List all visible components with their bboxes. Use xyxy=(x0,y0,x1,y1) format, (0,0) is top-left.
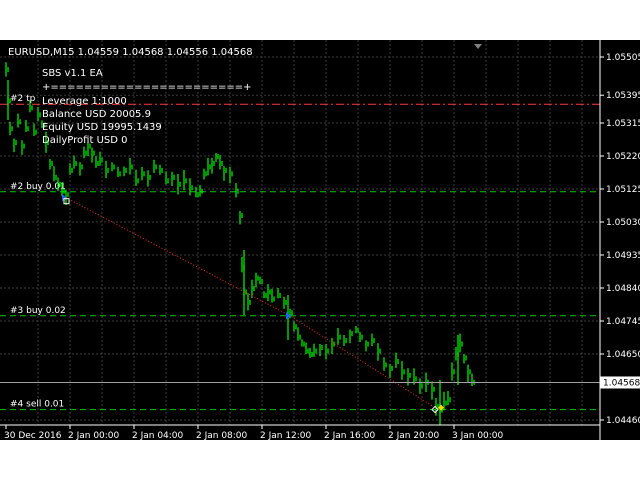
time-tick-label: 30 Dec 2016 xyxy=(4,431,62,440)
order-label: #4 sell 0.01 xyxy=(10,400,64,410)
order-label: #3 buy 0.02 xyxy=(10,306,66,316)
price-tick-label: 1.04935 xyxy=(606,251,640,261)
time-tick-label: 2 Jan 12:00 xyxy=(260,431,312,440)
price-tick-label: 1.05220 xyxy=(606,152,640,162)
price-tick-label: 1.04460 xyxy=(606,416,640,426)
price-chart[interactable]: #2 tp#2 buy 0.01#3 buy 0.02#4 sell 0.01 … xyxy=(0,40,640,441)
price-tick-label: 1.05505 xyxy=(606,53,640,63)
price-tick-label: 1.04745 xyxy=(606,317,640,327)
ea-equity: Equity USD 19995.1439 xyxy=(42,122,162,133)
price-tick-label: 1.05315 xyxy=(606,119,640,129)
ea-balance: Balance USD 20005.9 xyxy=(42,109,151,120)
price-tick-label: 1.04840 xyxy=(606,284,640,294)
price-tick-label: 1.05125 xyxy=(606,185,640,195)
time-tick-label: 2 Jan 00:00 xyxy=(68,431,120,440)
symbol-header: EURUSD,M15 1.04559 1.04568 1.04556 1.045… xyxy=(8,47,253,58)
time-tick-label: 3 Jan 00:00 xyxy=(452,431,504,440)
price-tick-label: 1.04650 xyxy=(606,350,640,360)
ea-daily-profit: DailyProfit USD 0 xyxy=(42,135,127,146)
time-tick-label: 2 Jan 16:00 xyxy=(324,431,376,440)
time-tick-label: 2 Jan 08:00 xyxy=(196,431,248,440)
price-tick-label: 1.05395 xyxy=(606,91,640,101)
time-tick-label: 2 Jan 20:00 xyxy=(388,431,440,440)
ea-divider: +=======================+ xyxy=(42,82,251,93)
price-tick-label: 1.05030 xyxy=(606,218,640,228)
ea-leverage: Leverage 1:1000 xyxy=(42,96,127,107)
current-price-label: 1.04568 xyxy=(603,378,640,388)
ea-title: SBS v1.1 EA xyxy=(42,68,103,79)
time-tick-label: 2 Jan 04:00 xyxy=(132,431,184,440)
chart-window[interactable]: #2 tp #2 buy 0.01 #3 buy 0.02 #4 sell 0.01 … xyxy=(0,40,640,441)
order-label: #2 tp xyxy=(10,94,36,104)
